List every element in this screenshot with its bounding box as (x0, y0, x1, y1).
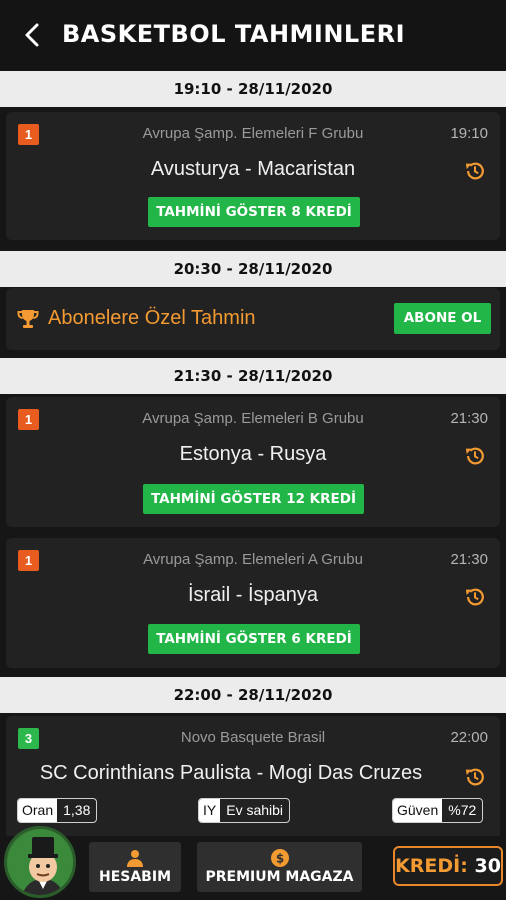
odds-label: Oran (18, 799, 58, 822)
match-time: 21:30 (450, 410, 488, 427)
date-header: 22:00 - 28/11/2020 (0, 677, 506, 713)
history-icon[interactable] (464, 160, 486, 182)
match-time: 19:10 (450, 125, 488, 142)
history-icon[interactable] (464, 586, 486, 608)
league-name: Avrupa Şamp. Elemeleri F Grubu (142, 125, 364, 142)
match-card[interactable]: 1 Avrupa Şamp. Elemeleri A Grubu 21:30 İ… (6, 538, 500, 668)
date-header: 20:30 - 28/11/2020 (0, 251, 506, 287)
premium-store-label: PREMIUM MAGAZA (205, 869, 354, 885)
league-name: Novo Basquete Brasil (180, 729, 326, 746)
show-prediction-button[interactable]: TAHMİNİ GÖSTER 6 KREDİ (148, 624, 360, 654)
match-time: 22:00 (450, 729, 488, 746)
avatar[interactable] (4, 826, 76, 898)
confidence-pill: Güven %72 (392, 798, 484, 823)
subscriber-card[interactable]: Abonelere Özel Tahmin ABONE OL (6, 288, 500, 350)
date-header: 21:30 - 28/11/2020 (0, 358, 506, 394)
match-teams: SC Corinthians Paulista - Mogi Das Cruze… (39, 762, 423, 784)
user-icon (127, 850, 143, 867)
odds-value: 1,38 (63, 802, 91, 818)
league-name: Avrupa Şamp. Elemeleri B Grubu (142, 410, 364, 427)
match-time: 21:30 (450, 551, 488, 568)
account-label: HESABIM (98, 869, 171, 885)
league-name: Avrupa Şamp. Elemeleri A Grubu (143, 551, 363, 568)
half-label: IY (199, 799, 221, 822)
match-teams: İsrail - İspanya (187, 584, 319, 606)
history-icon[interactable] (464, 445, 486, 467)
match-card[interactable]: 1 Avrupa Şamp. Elemeleri B Grubu 21:30 E… (6, 397, 500, 527)
history-icon[interactable] (464, 766, 486, 788)
chevron-left-icon[interactable] (20, 22, 46, 48)
trophy-icon (17, 310, 39, 328)
match-card[interactable]: 1 Avrupa Şamp. Elemeleri F Grubu 19:10 A… (6, 112, 500, 240)
match-teams: Estonya - Rusya (179, 443, 327, 465)
match-teams: Avusturya - Macaristan (150, 158, 356, 180)
account-button[interactable]: HESABIM (89, 842, 181, 892)
credit-value: 30 (474, 855, 501, 877)
subscribe-button[interactable]: ABONE OL (394, 303, 491, 334)
credit-badge[interactable]: KREDİ: 30 (393, 846, 503, 886)
top-bar: BASKETBOL TAHMINLERI (0, 0, 506, 70)
half-value: Ev sahibi (226, 802, 284, 818)
premium-store-button[interactable]: $ PREMIUM MAGAZA (197, 842, 362, 892)
subscriber-label: Abonelere Özel Tahmin (48, 307, 256, 329)
coin-icon: $ (270, 849, 289, 867)
credit-label: KREDİ: (395, 855, 468, 877)
show-prediction-button[interactable]: TAHMİNİ GÖSTER 12 KREDİ (143, 484, 364, 514)
svg-text:$: $ (275, 852, 283, 866)
confidence-label: Güven (393, 799, 443, 822)
date-header: 19:10 - 28/11/2020 (0, 71, 506, 107)
page-title: BASKETBOL TAHMINLERI (62, 20, 406, 48)
show-prediction-button[interactable]: TAHMİNİ GÖSTER 8 KREDİ (148, 197, 360, 227)
confidence-value: %72 (448, 802, 477, 818)
odds-pill: Oran 1,38 (17, 798, 98, 823)
half-pill: IY Ev sahibi (198, 798, 291, 823)
